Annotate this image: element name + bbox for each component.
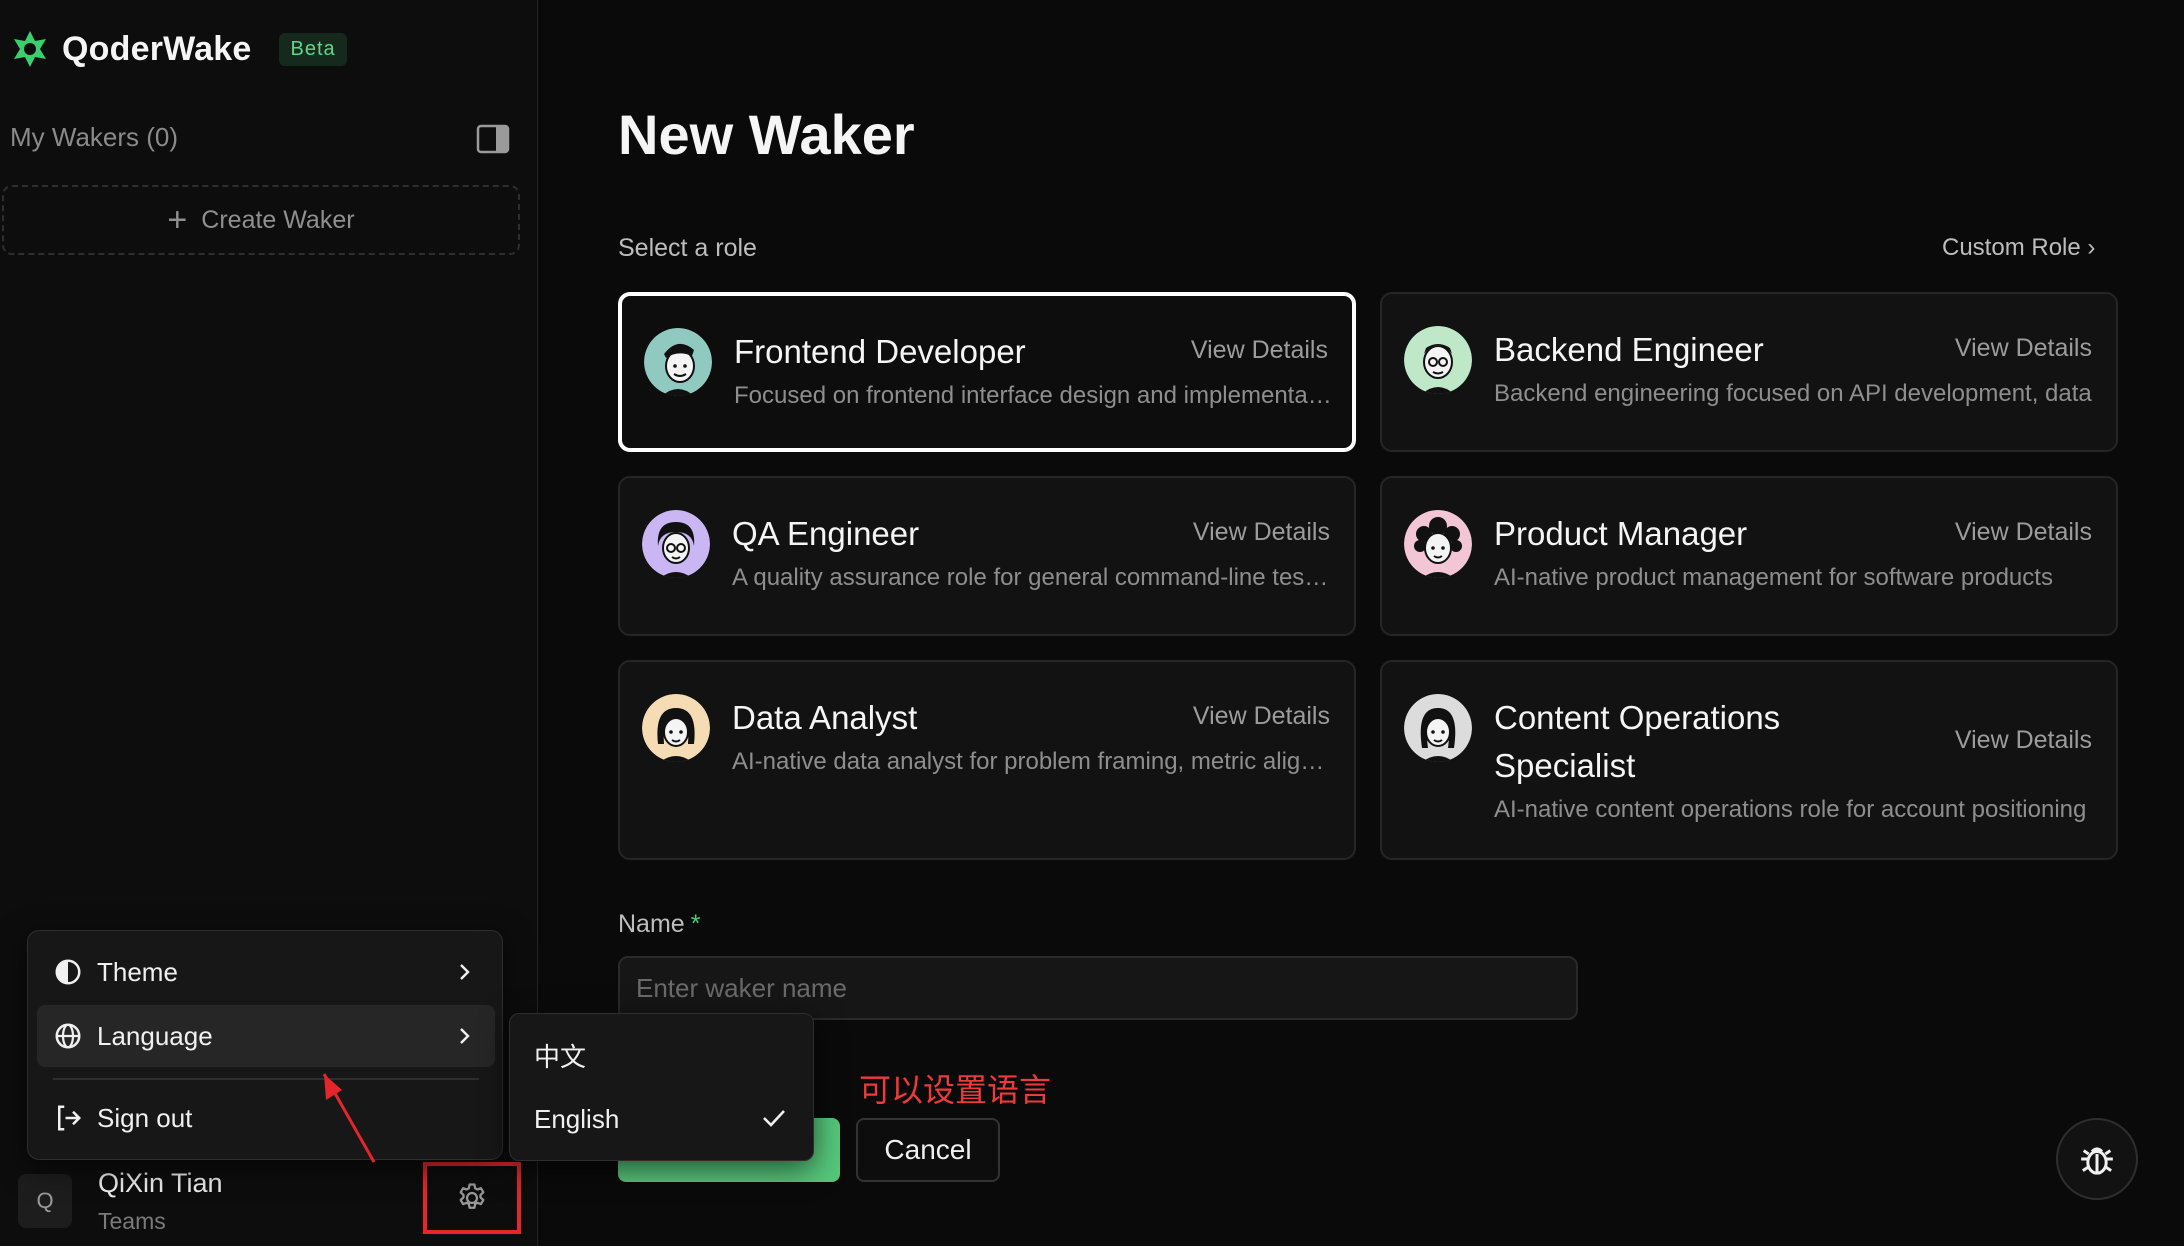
- language-option-label: English: [534, 1103, 620, 1134]
- language-option-chinese[interactable]: 中文: [534, 1030, 794, 1080]
- role-name: Product Manager: [1494, 515, 1748, 552]
- plus-icon: +: [167, 200, 188, 239]
- role-description: AI-native product management for softwar…: [1494, 564, 2053, 591]
- view-details-link[interactable]: View Details: [1193, 702, 1330, 731]
- required-mark: *: [690, 910, 701, 938]
- globe-icon: [55, 1023, 81, 1049]
- cancel-button[interactable]: Cancel: [856, 1118, 1000, 1182]
- chevron-right-icon: [460, 1028, 470, 1044]
- role-description: Focused on frontend interface design and…: [734, 382, 1334, 409]
- annotation-arrow-icon: [322, 1073, 376, 1163]
- role-card-backend-engineer[interactable]: Backend Engineer View Details Backend en…: [1380, 292, 2118, 452]
- data-analyst-avatar-icon: [642, 694, 710, 762]
- view-details-link[interactable]: View Details: [1955, 334, 2092, 363]
- qoderwake-logo-icon: [14, 31, 46, 67]
- language-submenu: 中文 English: [509, 1013, 814, 1161]
- role-description: AI-native data analyst for problem frami…: [732, 748, 1332, 775]
- beta-badge: Beta: [279, 32, 347, 66]
- check-icon: [763, 1110, 785, 1127]
- my-wakers-heading: My Wakers (0): [10, 122, 179, 152]
- role-card-content-operations-specialist[interactable]: Content Operations Specialist View Detai…: [1380, 660, 2118, 860]
- name-field-label: Name *: [618, 910, 700, 939]
- role-name: Content Operations Specialist: [1494, 699, 1781, 784]
- menu-item-label: Sign out: [97, 1102, 193, 1133]
- app-window: QoderWake Beta My Wakers (0) + Create Wa…: [0, 0, 2184, 1246]
- backend-engineer-avatar-icon: [1404, 326, 1472, 394]
- toggle-sidebar-icon[interactable]: [476, 124, 510, 154]
- view-details-link[interactable]: View Details: [1193, 518, 1330, 547]
- user-name: QiXin Tian: [98, 1168, 223, 1198]
- view-details-link[interactable]: View Details: [1955, 726, 2092, 755]
- role-card-frontend-developer[interactable]: Frontend Developer View Details Focused …: [618, 292, 1356, 452]
- role-description: Backend engineering focused on API devel…: [1494, 380, 2092, 407]
- role-name: Backend Engineer: [1494, 331, 1764, 368]
- view-details-link[interactable]: View Details: [1955, 518, 2092, 547]
- bug-report-button[interactable]: [2056, 1118, 2138, 1200]
- custom-role-link[interactable]: Custom Role ›: [1942, 234, 2095, 262]
- create-waker-label: Create Waker: [201, 205, 355, 234]
- language-option-label: 中文: [534, 1042, 587, 1073]
- brand: QoderWake Beta: [10, 28, 347, 70]
- view-details-link[interactable]: View Details: [1191, 336, 1328, 365]
- qa-engineer-avatar-icon: [642, 510, 710, 578]
- role-name: QA Engineer: [732, 515, 920, 552]
- brand-name: QoderWake: [62, 29, 252, 68]
- role-name: Frontend Developer: [734, 333, 1026, 370]
- role-card-qa-engineer[interactable]: QA Engineer View Details A quality assur…: [618, 476, 1356, 636]
- select-role-label: Select a role: [618, 234, 757, 262]
- user-team: Teams: [98, 1208, 166, 1234]
- page-title: New Waker: [618, 103, 915, 166]
- menu-item-label: Language: [97, 1020, 213, 1051]
- role-name: Data Analyst: [732, 699, 918, 736]
- product-manager-avatar-icon: [1404, 510, 1472, 578]
- language-option-english[interactable]: English: [534, 1094, 794, 1144]
- gear-icon: [459, 1183, 485, 1209]
- avatar[interactable]: Q: [18, 1174, 72, 1228]
- create-waker-button[interactable]: + Create Waker: [2, 185, 520, 255]
- role-card-product-manager[interactable]: Product Manager View Details AI-native p…: [1380, 476, 2118, 636]
- settings-button[interactable]: [423, 1162, 521, 1234]
- chevron-right-icon: [460, 964, 470, 980]
- settings-menu: Theme Language Sign out: [27, 930, 503, 1160]
- name-label-text: Name: [618, 910, 685, 938]
- menu-item-sign-out[interactable]: Sign out: [37, 1087, 495, 1149]
- menu-divider: [53, 1078, 479, 1080]
- contrast-icon: [55, 959, 81, 985]
- waker-name-input[interactable]: [618, 956, 1578, 1020]
- menu-item-label: Theme: [97, 956, 178, 987]
- role-description: AI-native content operations role for ac…: [1494, 796, 2087, 823]
- sign-out-icon: [58, 1105, 82, 1131]
- menu-item-language[interactable]: Language: [37, 1005, 495, 1067]
- role-card-data-analyst[interactable]: Data Analyst View Details AI-native data…: [618, 660, 1356, 860]
- content-operations-avatar-icon: [1404, 694, 1472, 762]
- bug-icon: [2081, 1147, 2113, 1175]
- role-description: A quality assurance role for general com…: [732, 564, 1332, 591]
- frontend-developer-avatar-icon: [644, 328, 712, 396]
- menu-item-theme[interactable]: Theme: [37, 941, 495, 1003]
- annotation-text: 可以设置语言: [859, 1071, 1052, 1109]
